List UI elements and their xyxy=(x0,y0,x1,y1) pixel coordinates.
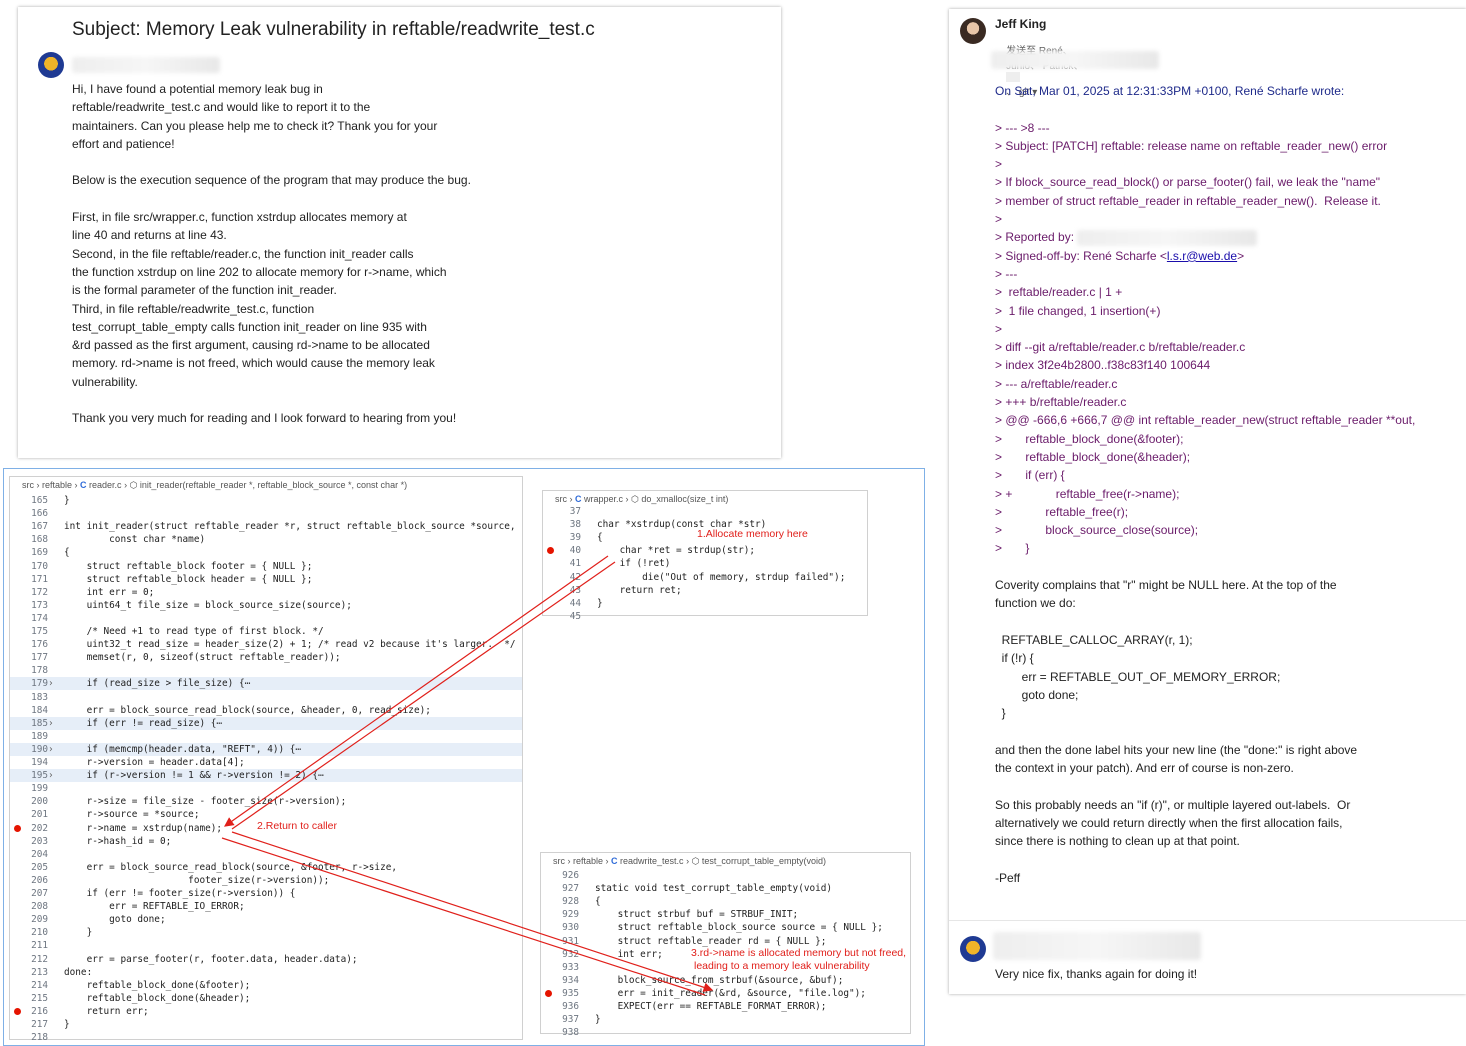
arrow-test-leak xyxy=(221,837,706,996)
arrow-return-to-caller xyxy=(231,561,616,830)
arrow-allocate-to-call xyxy=(224,555,609,827)
arrow-call-to-test xyxy=(231,831,714,992)
flow-arrows xyxy=(221,555,714,996)
